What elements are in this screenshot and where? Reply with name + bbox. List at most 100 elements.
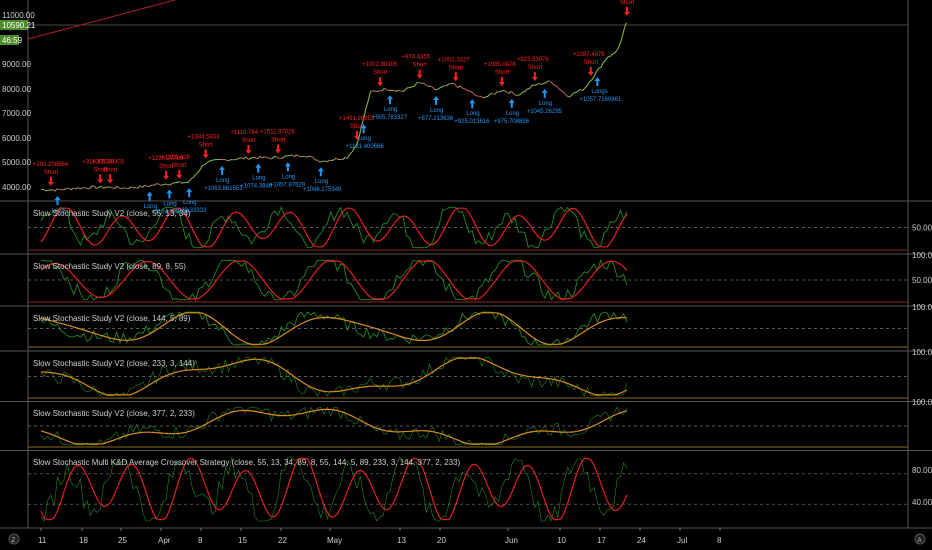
- price-segment: [524, 88, 528, 93]
- price-segment: [114, 185, 118, 189]
- signal-label: Longs: [591, 89, 607, 95]
- long-signal[interactable]: Long +1086.175349: [303, 167, 342, 193]
- price-segment: [181, 182, 184, 184]
- long-signal[interactable]: Long +877.213636: [418, 95, 454, 122]
- pane-tick: 40.00: [912, 498, 932, 507]
- short-signal[interactable]: Short +1002.3327: [438, 57, 471, 82]
- signal-label: Long: [252, 176, 265, 182]
- signal-label: Short: [199, 142, 214, 148]
- long-signal[interactable]: Longs +1057.7160861: [579, 77, 622, 103]
- short-signal[interactable]: Short +1087.4978: [573, 52, 606, 76]
- long-signal[interactable]: Long +1074.3846: [240, 163, 273, 190]
- time-tick: 11: [38, 536, 47, 545]
- price-segment: [262, 156, 265, 159]
- price-segment: [400, 90, 403, 92]
- price-segment: [519, 91, 524, 95]
- price-segment: [188, 178, 192, 183]
- price-segment: [457, 85, 461, 88]
- price-segment: [430, 85, 434, 88]
- oscillator-pane-5[interactable]: Slow Stochastic Study V2 (close, 377, 2,…: [28, 398, 932, 448]
- pane-tick: 80.00: [912, 466, 932, 475]
- trend-line[interactable]: [27, 0, 176, 40]
- short-signal[interactable]: Short +1384.5833: [188, 134, 221, 159]
- auto-scale-button[interactable]: A: [914, 533, 926, 545]
- price-segment: [552, 83, 556, 86]
- price-segment: [89, 185, 93, 190]
- price-segment: [347, 153, 351, 159]
- oscillator-pane-2[interactable]: Slow Stochastic Study V2 (close, 89, 8, …: [28, 251, 932, 303]
- price-segment: [296, 154, 300, 157]
- long-signal[interactable]: Long +975.708896: [494, 98, 530, 125]
- pane-tick: 100.00: [912, 398, 932, 407]
- signal-label: Short: [241, 138, 256, 144]
- price-segment: [128, 186, 132, 190]
- price-segment: [202, 164, 205, 167]
- price-segment: [513, 92, 517, 96]
- price-segment: [529, 85, 533, 90]
- signal-profit: +1391.428: [161, 155, 190, 161]
- short-signal[interactable]: Short: [620, 0, 635, 16]
- price-segment: [73, 187, 76, 190]
- price-segment: [100, 185, 104, 189]
- short-signal[interactable]: Short +974.4355: [402, 55, 431, 79]
- long-signal[interactable]: Long +1045.26295: [527, 88, 563, 115]
- trading-chart[interactable]: Short+292.208884LongShort+318.47088Short…: [0, 0, 932, 550]
- price-segment: [616, 45, 620, 51]
- price-segment: [381, 87, 385, 92]
- short-signal[interactable]: Short +292.208884: [33, 162, 69, 186]
- price-segment: [321, 160, 325, 163]
- long-signal[interactable]: Long +905.783327: [372, 95, 408, 121]
- time-tick: Jul: [677, 536, 687, 545]
- signal-label: Long: [163, 202, 176, 208]
- oscillator-pane-1[interactable]: Slow Stochastic Study V2 (close, 55, 13,…: [28, 206, 932, 251]
- price-segment: [195, 172, 199, 176]
- price-segment: [172, 182, 175, 185]
- signal-label: Long: [506, 111, 519, 117]
- short-signal[interactable]: Short +1110.784: [230, 130, 259, 155]
- signal-label: Long: [216, 178, 229, 184]
- long-signal[interactable]: Long +1057.87629: [270, 162, 306, 188]
- price-segment: [416, 81, 420, 84]
- price-segment: [487, 93, 491, 97]
- short-signal[interactable]: Short +823.53076: [517, 57, 550, 82]
- price-segment: [423, 82, 427, 86]
- price-segment: [209, 160, 212, 162]
- price-segment: [506, 91, 510, 94]
- long-signal[interactable]: Long +1063.861553: [204, 165, 243, 192]
- price-pane[interactable]: Short+292.208884LongShort+318.47088Short…: [27, 0, 908, 216]
- price-segment: [103, 187, 106, 189]
- time-axis[interactable]: 11 18 25 Apr 8 15 22 May 13 20 Jun 10 17 24 Jul 8: [38, 528, 722, 545]
- price-segment: [471, 91, 475, 95]
- oscillator-pane-4[interactable]: Slow Stochastic Study V2 (close, 233, 3,…: [28, 348, 932, 399]
- price-segment: [540, 83, 544, 86]
- price-segment: [413, 82, 418, 87]
- price-segment: [197, 169, 201, 173]
- price-segment: [190, 177, 194, 180]
- price-segment: [130, 186, 134, 189]
- arrow-down-icon: [47, 176, 54, 186]
- long-signal[interactable]: Long +925.013616: [454, 99, 490, 125]
- scale-left-button[interactable]: Z: [8, 533, 20, 545]
- time-tick: 18: [79, 536, 88, 545]
- price-segment: [56, 188, 60, 190]
- signal-label: Long: [384, 107, 397, 113]
- price-segment: [418, 81, 422, 84]
- pane-title: Slow Stochastic Study V2 (close, 144, 5,…: [33, 314, 191, 323]
- oscillator-pane-3[interactable]: Slow Stochastic Study V2 (close, 144, 5,…: [28, 303, 932, 348]
- price-segment: [612, 52, 616, 55]
- price-segment: [398, 89, 401, 92]
- oscillator-pane-6[interactable]: Slow Stochastic Multi K&D Average Crosso…: [28, 456, 932, 522]
- arrow-down-icon: [97, 174, 104, 184]
- price-segment: [591, 76, 595, 81]
- price-segment: [473, 94, 477, 97]
- short-signal[interactable]: Short +1511.97026: [260, 129, 295, 154]
- price-segment: [149, 184, 152, 188]
- signal-profit: +1085.0078: [484, 62, 517, 68]
- pane-title: Slow Stochastic Multi K&D Average Crosso…: [33, 458, 461, 467]
- short-signal[interactable]: Short +1085.0078: [484, 62, 517, 86]
- signal-label: Long: [539, 101, 552, 107]
- arrow-up-icon: [255, 163, 262, 173]
- signal-label: Short: [44, 170, 59, 176]
- short-signal[interactable]: Short +1002.98305: [362, 62, 398, 87]
- arrow-up-icon: [166, 189, 173, 199]
